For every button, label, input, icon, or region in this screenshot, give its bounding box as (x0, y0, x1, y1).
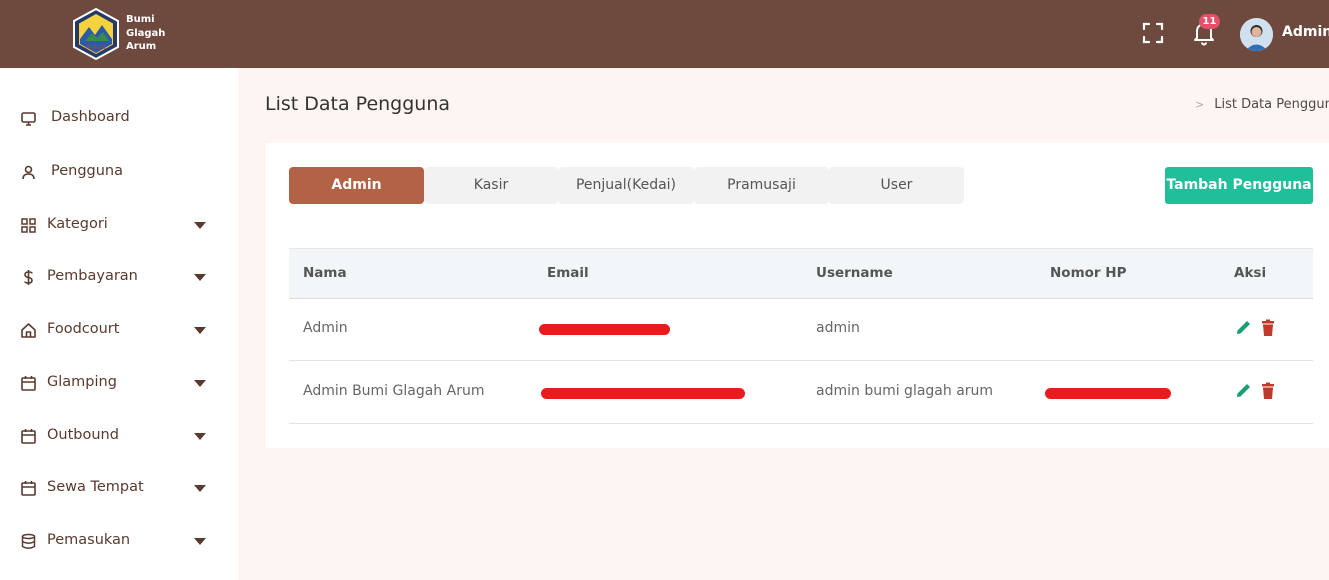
chevron-right-icon: > (1195, 98, 1205, 111)
sidebar-item-label: Pembayaran (47, 268, 138, 284)
cell-nama: Admin (303, 320, 348, 336)
table-row: Admin admin (289, 299, 1313, 361)
column-header-aksi: Aksi (1234, 265, 1267, 281)
avatar[interactable] (1240, 18, 1273, 51)
tab-pramusaji[interactable]: Pramusaji (694, 167, 829, 204)
brand-name: Bumi Glagah Arum (126, 13, 165, 54)
delete-icon[interactable] (1259, 318, 1277, 338)
tab-user[interactable]: User (829, 167, 964, 204)
table-row: Admin Bumi Glagah Arum admin bumi glagah… (289, 362, 1313, 424)
brand-logo[interactable]: Arum (71, 7, 121, 61)
database-icon (20, 533, 37, 550)
caret-down-icon (194, 538, 206, 545)
edit-icon[interactable] (1235, 381, 1253, 401)
calendar-icon (20, 375, 37, 392)
breadcrumb: > List Data Penggun (1195, 97, 1329, 112)
column-header-username[interactable]: Username (816, 265, 893, 281)
column-header-email[interactable]: Email (547, 265, 589, 281)
delete-icon[interactable] (1259, 381, 1277, 401)
tab-kasir[interactable]: Kasir (424, 167, 558, 204)
tab-admin[interactable]: Admin (289, 167, 424, 204)
sidebar-item-pengguna[interactable]: Pengguna (0, 152, 238, 192)
sidebar-item-foodcourt[interactable]: Foodcourt (0, 310, 238, 350)
sidebar-item-label: Pengguna (51, 163, 124, 179)
cell-username: admin bumi glagah arum (816, 383, 994, 399)
sidebar-item-label: Dashboard (51, 109, 130, 125)
dollar-icon (20, 269, 37, 286)
caret-down-icon (194, 380, 206, 387)
home-icon (20, 322, 37, 339)
column-header-nomor-hp[interactable]: Nomor HP (1050, 265, 1126, 281)
tab-penjual-kedai[interactable]: Penjual(Kedai) (558, 167, 694, 204)
sidebar-item-pemasukan[interactable]: Pemasukan (0, 521, 238, 561)
table-header: Nama Email Username Nomor HP Aksi (289, 248, 1313, 299)
caret-down-icon (194, 433, 206, 440)
notification-badge: 11 (1199, 14, 1220, 29)
sidebar-item-glamping[interactable]: Glamping (0, 363, 238, 403)
calendar-icon (20, 428, 37, 445)
brand-line: Bumi (126, 14, 155, 25)
sidebar-item-dashboard[interactable]: Dashboard (0, 98, 238, 138)
caret-down-icon (194, 327, 206, 334)
svg-text:Arum: Arum (85, 43, 106, 51)
grid-icon (20, 217, 37, 234)
sidebar-item-kategori[interactable]: Kategori (0, 205, 238, 245)
user-icon (20, 164, 37, 181)
edit-icon[interactable] (1235, 318, 1253, 338)
brand-line: Arum (126, 41, 157, 52)
top-navbar: Arum Bumi Glagah Arum 11 Admin (0, 0, 1329, 68)
calendar-icon (20, 480, 37, 497)
add-user-button[interactable]: Tambah Pengguna (1165, 167, 1313, 204)
column-header-nama[interactable]: Nama (303, 265, 347, 281)
sidebar-item-label: Pemasukan (47, 532, 131, 548)
redacted-phone (1045, 388, 1171, 399)
sidebar-item-label: Foodcourt (47, 321, 120, 337)
sidebar-item-label: Glamping (47, 374, 117, 390)
sidebar-item-label: Outbound (47, 427, 119, 443)
sidebar-item-pembayaran[interactable]: Pembayaran (0, 257, 238, 297)
sidebar-item-label: Kategori (47, 216, 108, 232)
sidebar-item-label: Sewa Tempat (47, 479, 144, 495)
redacted-email (539, 324, 670, 335)
sidebar-item-outbound[interactable]: Outbound (0, 416, 238, 456)
sidebar-item-sewa-tempat[interactable]: Sewa Tempat (0, 468, 238, 508)
caret-down-icon (194, 485, 206, 492)
sidebar: Dashboard Pengguna Kategori Pembayaran F… (0, 68, 238, 580)
fullscreen-icon[interactable] (1142, 22, 1164, 44)
cell-nama: Admin Bumi Glagah Arum (303, 383, 485, 399)
user-name[interactable]: Admin (1282, 24, 1329, 40)
caret-down-icon (194, 274, 206, 281)
brand-line: Glagah (126, 27, 166, 39)
redacted-email (541, 388, 745, 399)
cell-username: admin (816, 320, 860, 336)
caret-down-icon (194, 222, 206, 229)
breadcrumb-current: List Data Penggun (1214, 97, 1329, 112)
page-title: List Data Pengguna (265, 93, 451, 115)
monitor-icon (20, 110, 37, 127)
